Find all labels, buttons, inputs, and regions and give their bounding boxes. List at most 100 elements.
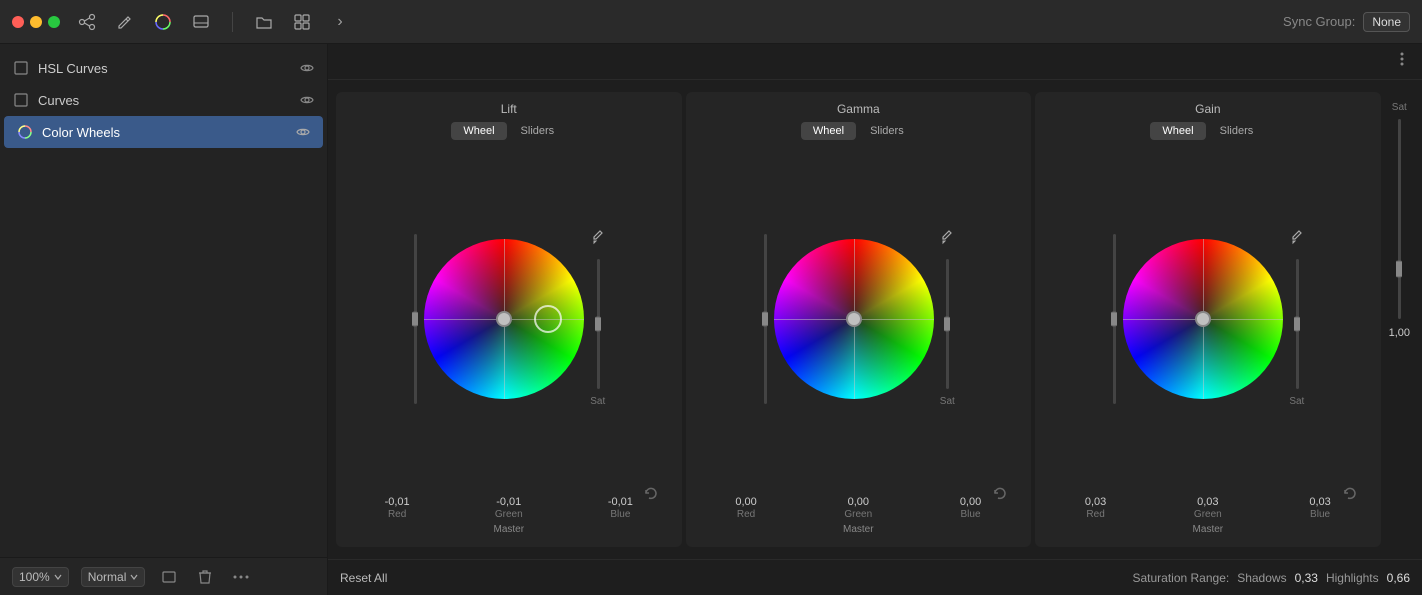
gamma-sat-slider[interactable] [944, 259, 950, 389]
zoom-value: 100% [19, 570, 50, 584]
gain-blue-item: 0,03 Blue [1309, 496, 1330, 520]
content-more-icon[interactable] [1394, 51, 1410, 72]
gain-right-col: Sat [1289, 229, 1304, 409]
close-button[interactable] [12, 16, 24, 28]
gain-sat-slider[interactable] [1294, 259, 1300, 389]
color-icon[interactable] [152, 11, 174, 33]
sync-group: Sync Group: None [1283, 12, 1410, 32]
gamma-values: 0,00 Red 0,00 Green 0,00 Blue [692, 496, 1026, 520]
gain-eyedropper-icon[interactable] [1291, 229, 1303, 248]
toolbar-separator [232, 12, 233, 32]
node-editor-icon[interactable] [76, 11, 98, 33]
viewer-icon[interactable] [190, 11, 212, 33]
lift-color-wheel[interactable] [424, 239, 584, 399]
lift-master-slider[interactable] [412, 229, 418, 409]
lift-tab-wheel[interactable]: Wheel [451, 122, 506, 140]
content-area: Lift Wheel Sliders [328, 44, 1422, 595]
color-wheels-icon [16, 123, 34, 141]
wheels-container: Lift Wheel Sliders [328, 80, 1422, 559]
lift-tabs: Wheel Sliders [451, 122, 566, 140]
mode-select[interactable]: Normal [81, 567, 146, 587]
sidebar-item-color-wheels[interactable]: Color Wheels [4, 116, 323, 148]
gamma-master-label: Master [843, 524, 874, 535]
saturation-range: Saturation Range: Shadows 0,33 Highlight… [1132, 571, 1410, 585]
gain-red-item: 0,03 Red [1085, 496, 1106, 520]
gain-master-slider-track[interactable] [1111, 234, 1117, 404]
lift-green-item: -0,01 Green [495, 496, 523, 520]
lift-eyedropper-icon[interactable] [592, 229, 604, 248]
gamma-wheel-wrapper[interactable] [774, 239, 934, 399]
lift-wheel-layout: Sat [412, 148, 605, 490]
sync-label: Sync Group: [1283, 14, 1355, 29]
gamma-title: Gamma [837, 102, 880, 116]
gamma-blue-item: 0,00 Blue [960, 496, 981, 520]
edit-icon[interactable] [114, 11, 136, 33]
gamma-reset-icon[interactable] [993, 486, 1007, 505]
gamma-tab-wheel[interactable]: Wheel [801, 122, 856, 140]
more-icon[interactable]: › [329, 11, 351, 33]
lift-red-item: -0,01 Red [385, 496, 410, 520]
gamma-master-slider[interactable] [762, 229, 768, 409]
gamma-tab-sliders[interactable]: Sliders [858, 122, 916, 140]
gamma-master-slider-track[interactable] [762, 234, 768, 404]
gain-blue-label: Blue [1310, 509, 1330, 520]
curves-label: Curves [38, 93, 291, 108]
gamma-green-val: 0,00 [848, 496, 869, 508]
gain-green-label: Green [1194, 509, 1222, 520]
folder-icon[interactable] [253, 11, 275, 33]
more-options-button[interactable] [229, 565, 253, 589]
lift-blue-label: Blue [610, 509, 630, 520]
shadows-label: Shadows [1237, 571, 1286, 585]
gamma-sat-label: Sat [940, 396, 955, 407]
gain-tab-sliders[interactable]: Sliders [1208, 122, 1266, 140]
gain-reset-icon[interactable] [1343, 486, 1357, 505]
minimize-button[interactable] [30, 16, 42, 28]
lift-center-dot [496, 311, 512, 327]
shadows-value[interactable]: 0,33 [1295, 571, 1318, 585]
lift-right-col: Sat [590, 229, 605, 409]
lift-blue-val: -0,01 [608, 496, 633, 508]
lift-values: -0,01 Red -0,01 Green -0,01 Blue [342, 496, 676, 520]
far-right-sat-slider: Sat 1,00 [1385, 92, 1414, 547]
gain-master-slider[interactable] [1111, 229, 1117, 409]
gamma-tabs: Wheel Sliders [801, 122, 916, 140]
record-button[interactable] [157, 565, 181, 589]
sidebar-item-curves[interactable]: Curves [0, 84, 327, 116]
lift-sat-slider[interactable] [595, 259, 601, 389]
gamma-color-wheel[interactable] [774, 239, 934, 399]
gamma-red-val: 0,00 [735, 496, 756, 508]
gain-color-wheel[interactable] [1123, 239, 1283, 399]
far-right-slider-track[interactable] [1396, 119, 1402, 319]
gain-blue-val: 0,03 [1309, 496, 1330, 508]
gamma-red-label: Red [737, 509, 755, 520]
hsl-curves-icon [12, 59, 30, 77]
sync-value[interactable]: None [1363, 12, 1410, 32]
lift-wheel-wrapper[interactable] [424, 239, 584, 399]
hsl-curves-visibility[interactable] [299, 60, 315, 76]
highlights-label: Highlights [1326, 571, 1379, 585]
gain-master-label: Master [1193, 524, 1224, 535]
sidebar-item-hsl-curves[interactable]: HSL Curves [0, 52, 327, 84]
curves-visibility[interactable] [299, 92, 315, 108]
sidebar-list: HSL Curves Curves [0, 44, 327, 557]
grid-icon[interactable] [291, 11, 313, 33]
highlights-value[interactable]: 0,66 [1387, 571, 1410, 585]
lift-tab-sliders[interactable]: Sliders [509, 122, 567, 140]
gain-red-label: Red [1086, 509, 1104, 520]
color-wheels-visibility[interactable] [295, 124, 311, 140]
titlebar: › Sync Group: None [0, 0, 1422, 44]
lift-reset-icon[interactable] [644, 486, 658, 505]
gain-wheel-section: Gain Wheel Sliders [1035, 92, 1381, 547]
gain-wheel-wrapper[interactable] [1123, 239, 1283, 399]
gamma-green-item: 0,00 Green [844, 496, 872, 520]
lift-blue-item: -0,01 Blue [608, 496, 633, 520]
gain-tab-wheel[interactable]: Wheel [1150, 122, 1205, 140]
lift-wheel-section: Lift Wheel Sliders [336, 92, 682, 547]
zoom-select[interactable]: 100% [12, 567, 69, 587]
maximize-button[interactable] [48, 16, 60, 28]
delete-button[interactable] [193, 565, 217, 589]
lift-master-slider-track[interactable] [412, 234, 418, 404]
gamma-eyedropper-icon[interactable] [941, 229, 953, 248]
reset-all-button[interactable]: Reset All [340, 571, 387, 585]
gamma-blue-val: 0,00 [960, 496, 981, 508]
